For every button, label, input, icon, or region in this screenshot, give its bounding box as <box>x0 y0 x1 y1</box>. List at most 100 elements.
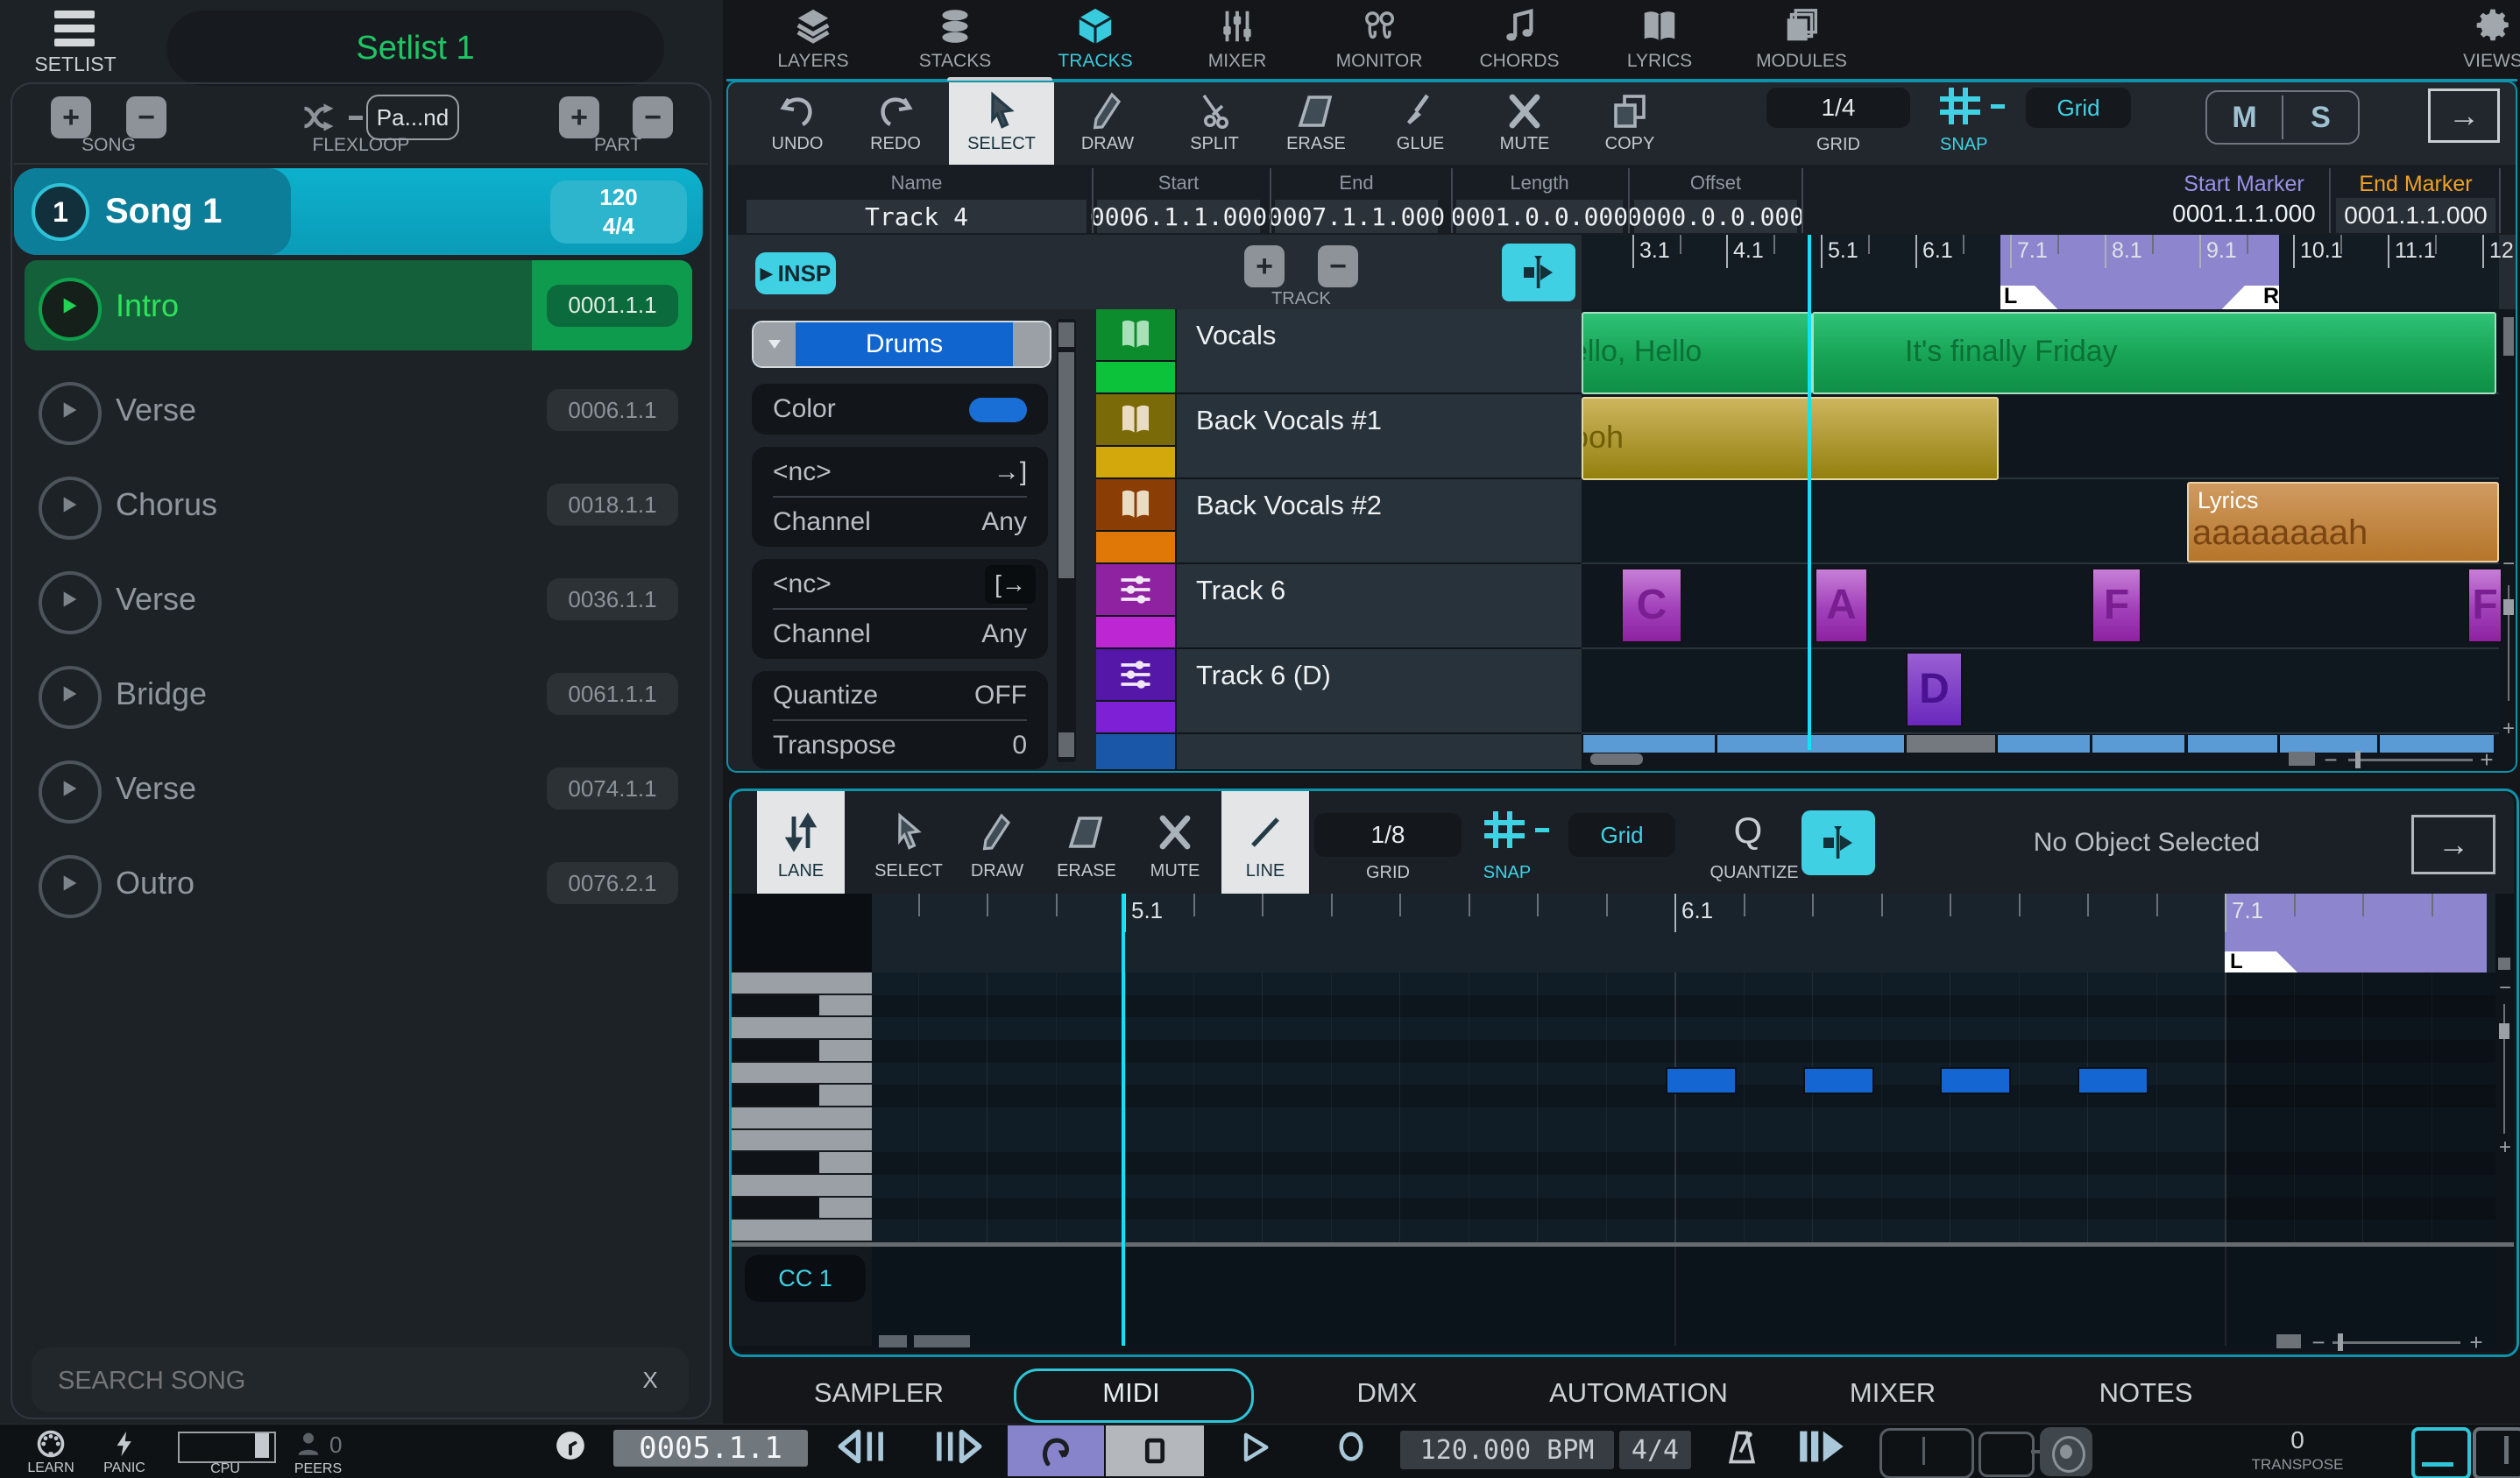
arrow-out-icon[interactable]: [→ <box>985 565 1036 604</box>
cc-lane-selector[interactable]: CC 1 <box>745 1255 866 1302</box>
editor-zoom-out[interactable]: − <box>2308 1329 2329 1350</box>
play-button[interactable] <box>1237 1428 1272 1467</box>
grid-value-pill[interactable]: 1/4 <box>1766 88 1910 128</box>
bpm-display[interactable]: 120.000 BPM <box>1400 1431 1614 1469</box>
color-swatch[interactable] <box>969 398 1027 422</box>
clip-back-vocals-1[interactable]: ooh <box>1582 397 1999 480</box>
piano-key-white[interactable] <box>732 972 872 995</box>
end-marker-value[interactable]: 0001.1.1.000 <box>2336 198 2495 233</box>
timeline-row[interactable] <box>1582 649 2499 734</box>
panic-button[interactable]: PANIC <box>76 1425 173 1476</box>
piano-key-white[interactable] <box>732 1130 872 1153</box>
info-value-offset[interactable]: 0000.0.0.000 <box>1634 200 1797 233</box>
search-song-input[interactable] <box>56 1347 603 1414</box>
timeline-vzoom-handle[interactable] <box>2503 599 2514 615</box>
track-row-header[interactable]: Track 6 <box>1177 564 1582 649</box>
quantize-value[interactable]: OFF <box>922 671 1027 720</box>
section-play-button[interactable] <box>39 666 102 729</box>
metronome-button[interactable] <box>1723 1426 1761 1468</box>
editor-hscroll-thumb[interactable] <box>914 1335 970 1347</box>
editor-detach-button[interactable]: → <box>2411 815 2495 874</box>
editor-zoom-track[interactable] <box>2332 1341 2460 1344</box>
editor-vzoom-handle[interactable] <box>2499 1023 2509 1039</box>
mute-button[interactable]: M <box>2207 92 2282 143</box>
arrow-in-icon[interactable]: →] <box>985 453 1036 491</box>
piano-key-black[interactable] <box>732 1040 872 1063</box>
midi-note[interactable] <box>1666 1067 1737 1094</box>
section-row[interactable]: Outro0076.2.1 <box>25 845 692 921</box>
editor-hscroll-thumb[interactable] <box>879 1335 907 1347</box>
timeline-zoom-track[interactable] <box>2348 759 2473 761</box>
editor-follow-playhead-button[interactable] <box>1802 810 1875 875</box>
info-value-end[interactable]: 0007.1.1.000 <box>1275 200 1438 233</box>
part-add-button[interactable]: + <box>559 96 599 138</box>
tab-views[interactable]: VIEWS <box>2427 0 2520 81</box>
meter-display[interactable]: 4/4 <box>1619 1431 1691 1469</box>
setlist-title[interactable]: Setlist 1 <box>166 11 664 86</box>
channel-value[interactable]: Any <box>939 498 1027 547</box>
editor-grid-pill[interactable]: 1/8 <box>1314 813 1462 857</box>
tool-split[interactable]: SPLIT <box>1162 81 1267 165</box>
clip-chord[interactable]: C <box>1621 568 1682 643</box>
section-play-button[interactable] <box>39 571 102 634</box>
track-row-header[interactable]: Back Vocals #1 <box>1177 394 1582 479</box>
editor-tab-sampler[interactable]: SAMPLER <box>765 1377 993 1412</box>
panel-toggle-right[interactable] <box>2473 1427 2520 1478</box>
forward-button[interactable] <box>929 1427 985 1466</box>
tool-mute[interactable]: MUTE <box>1472 81 1577 165</box>
section-play-button[interactable] <box>39 278 102 341</box>
clip-lyrics[interactable]: Lyricsaaaaaaaah <box>2187 482 2499 562</box>
solo-button[interactable]: S <box>2283 92 2358 143</box>
editor-tool-erase[interactable]: ERASE <box>1043 791 1130 894</box>
section-row[interactable]: Chorus0018.1.1 <box>25 467 692 542</box>
note-connection-row[interactable]: <nc> <box>773 559 948 609</box>
clip-chord[interactable]: F <box>2467 568 2502 643</box>
tool-select[interactable]: SELECT <box>949 81 1054 165</box>
piano-key-white[interactable] <box>732 1107 872 1130</box>
record-button[interactable] <box>1335 1426 1367 1467</box>
timeline-zoom-handle[interactable] <box>2355 751 2361 768</box>
inspector-toggle-button[interactable]: ▶INSP <box>755 252 836 294</box>
clock-icon[interactable] <box>554 1429 587 1462</box>
loop-toggle-button[interactable] <box>1008 1425 1104 1476</box>
track-color-strip[interactable] <box>1096 734 1175 769</box>
section-row[interactable]: Verse0036.1.1 <box>25 562 692 637</box>
snap-grid-icon[interactable] <box>1940 88 1980 124</box>
clip-chord[interactable]: A <box>1815 568 1868 643</box>
piano-key-black[interactable] <box>732 995 872 1018</box>
editor-tab-notes[interactable]: NOTES <box>2032 1377 2260 1412</box>
clip-vocals[interactable]: ello, Hello <box>1582 312 1812 394</box>
editor-tab-automation[interactable]: AUTOMATION <box>1525 1377 1752 1412</box>
timeline-vzoom-out[interactable]: − <box>2498 552 2519 573</box>
midi-note[interactable] <box>1940 1067 2011 1094</box>
pedal-small-button[interactable] <box>1978 1432 2035 1477</box>
timeline-playhead[interactable] <box>1808 235 1811 750</box>
section-play-button[interactable] <box>39 477 102 540</box>
timeline-vscroll-thumb[interactable] <box>2503 317 2514 356</box>
piano-key-white[interactable] <box>732 1220 872 1242</box>
inspector-scroll-thumb[interactable] <box>1058 352 1074 578</box>
snap-grid-icon[interactable] <box>1484 811 1525 848</box>
editor-tab-mixer[interactable]: MIXER <box>1779 1377 2007 1412</box>
editor-tool-line[interactable]: LINE <box>1221 791 1309 894</box>
timeline-row[interactable] <box>1582 564 2499 649</box>
section-play-button[interactable] <box>39 760 102 824</box>
search-clear-button[interactable]: X <box>624 1347 676 1412</box>
note-connection-row[interactable]: <nc> <box>773 447 948 497</box>
editor-zoom-in[interactable]: + <box>2466 1329 2487 1350</box>
tab-chords[interactable]: CHORDS <box>1454 0 1585 81</box>
panel-toggle-left[interactable] <box>2411 1427 2471 1478</box>
clip-vocals[interactable]: It's finally Friday <box>1812 312 2496 394</box>
track-color-strip[interactable] <box>1096 479 1175 562</box>
track-color-strip[interactable] <box>1096 309 1175 392</box>
info-value-start[interactable]: 0006.1.1.000 <box>1097 200 1260 233</box>
timeline-zoom-box[interactable] <box>2289 752 2315 766</box>
timeline-vzoom-in[interactable]: + <box>2498 717 2519 738</box>
editor-tool-draw[interactable]: DRAW <box>953 791 1041 894</box>
tab-monitor[interactable]: MONITOR <box>1313 0 1445 81</box>
song-remove-button[interactable]: − <box>126 96 166 138</box>
midi-note[interactable] <box>2078 1067 2148 1094</box>
info-value-length[interactable]: 0001.0.0.000 <box>1456 200 1623 233</box>
timeline-hscroll-thumb[interactable] <box>1590 753 1643 765</box>
piano-key-white[interactable] <box>732 1063 872 1086</box>
